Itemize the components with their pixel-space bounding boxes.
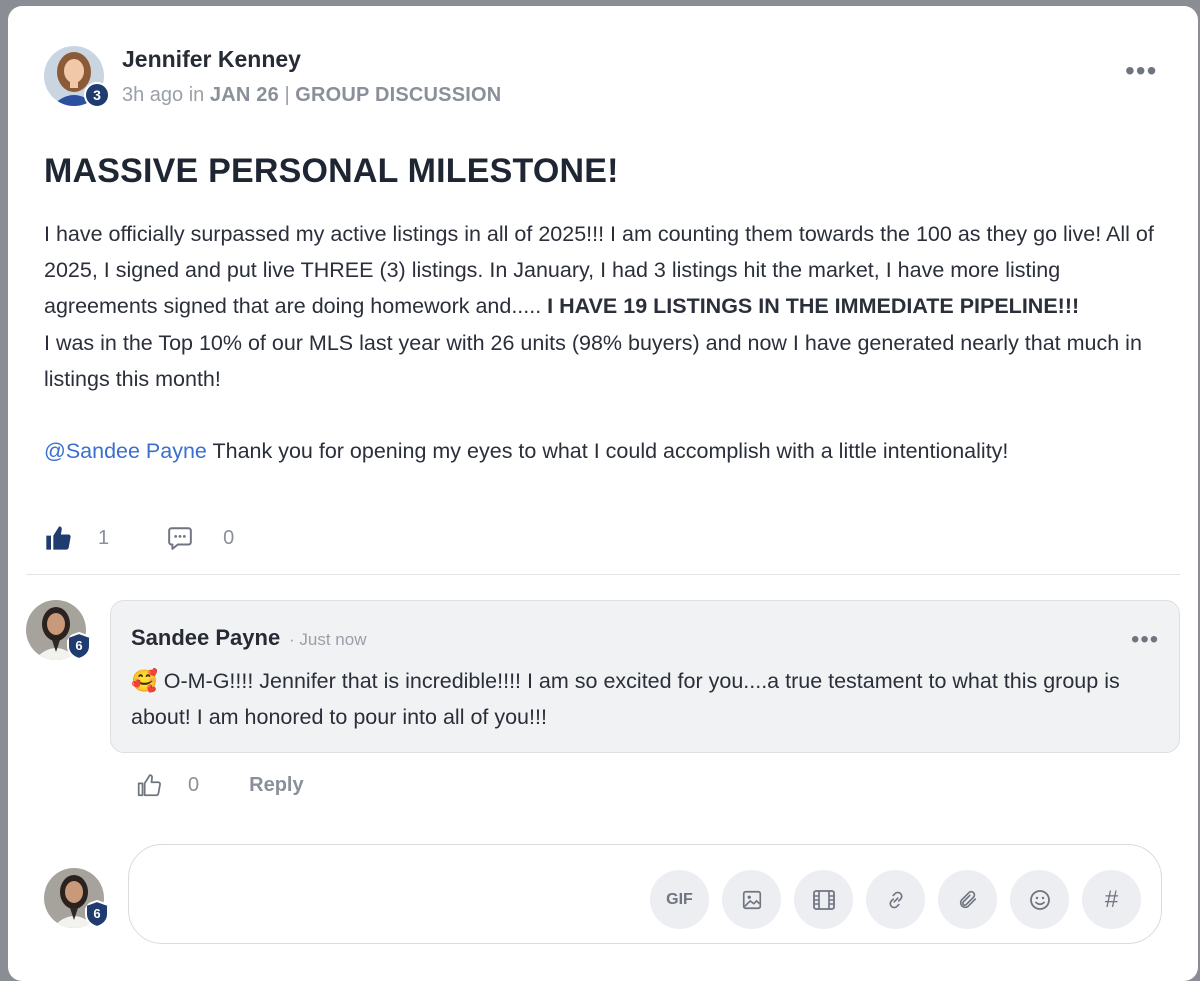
post-body: I have officially surpassed my active li… [44, 216, 1164, 469]
post-more-menu-icon[interactable]: ••• [1125, 57, 1157, 85]
level-badge: 3 [84, 82, 110, 108]
comment-like-button[interactable]: 0 [136, 772, 199, 798]
commenter-name[interactable]: Sandee Payne [131, 625, 280, 651]
link-button[interactable] [866, 870, 925, 929]
level-number: 6 [93, 905, 101, 921]
attachment-button[interactable] [938, 870, 997, 929]
level-number: 6 [75, 637, 83, 653]
level-shield-badge: 6 [84, 900, 110, 928]
mention-link[interactable]: @Sandee Payne [44, 439, 207, 463]
author-avatar[interactable]: 3 [44, 46, 110, 108]
thumbs-up-filled-icon [46, 526, 71, 550]
emoji-button[interactable] [1010, 870, 1069, 929]
comment-more-menu-icon[interactable]: ••• [1131, 628, 1159, 652]
post-text-3: Thank you for opening my eyes to what I … [206, 439, 1009, 464]
level-number: 3 [93, 87, 101, 103]
comment-count: 0 [223, 526, 235, 549]
post-card: 3 Jennifer Kenney 3h ago in JAN 26 | GRO… [8, 6, 1198, 981]
post-meta: 3h ago in JAN 26 | GROUP DISCUSSION [122, 84, 501, 107]
link-icon [888, 891, 903, 908]
comment-actions: 0 Reply [136, 772, 304, 798]
group-link[interactable]: JAN 26 [210, 84, 279, 106]
post-title: MASSIVE PERSONAL MILESTONE! [44, 152, 619, 190]
video-button[interactable] [794, 870, 853, 929]
level-shield-badge: 6 [66, 632, 92, 660]
post-paragraph-1: I have officially surpassed my active li… [44, 216, 1164, 325]
post-bold-text: I HAVE 19 LISTINGS IN THE IMMEDIATE PIPE… [547, 294, 1080, 319]
gif-label: GIF [666, 890, 693, 908]
comment-body: O-M-G!!!! Jennifer that is incredible!!!… [131, 669, 1120, 729]
gif-button[interactable]: GIF [650, 870, 709, 929]
comment-bubble-icon [168, 527, 192, 550]
reply-button[interactable]: Reply [249, 774, 303, 797]
like-button[interactable]: 1 [44, 524, 109, 552]
image-icon [742, 890, 761, 909]
commenter-avatar[interactable]: 6 [26, 600, 91, 660]
current-user-avatar: 6 [44, 868, 109, 928]
divider [26, 574, 1180, 575]
in-word: in [188, 84, 205, 106]
thumbs-up-outline-icon [137, 774, 161, 797]
meta-separator: | [284, 84, 290, 106]
comment-time: · Just now [289, 630, 367, 649]
post-paragraph-2: I was in the Top 10% of our MLS last yea… [44, 330, 1142, 391]
hashtag-icon: # [1104, 885, 1119, 913]
smiling-hearts-emoji-icon: 🥰 [131, 669, 158, 693]
image-button[interactable] [722, 870, 781, 929]
post-time: 3h ago [122, 84, 184, 106]
comment-button[interactable]: 0 [167, 525, 234, 551]
comment-bubble: Sandee Payne · Just now ••• 🥰 O-M-G!!!! … [110, 600, 1180, 753]
paperclip-icon [959, 890, 976, 908]
author-name[interactable]: Jennifer Kenney [122, 46, 301, 73]
category-link[interactable]: GROUP DISCUSSION [295, 84, 501, 106]
like-count: 1 [98, 526, 110, 549]
post-paragraph-3: @Sandee Payne Thank you for opening my e… [44, 433, 1164, 469]
hashtag-button[interactable]: # [1082, 870, 1141, 929]
comment-like-count: 0 [188, 773, 200, 796]
comment-input[interactable]: GIF # [128, 844, 1162, 944]
smiley-icon [1029, 889, 1050, 910]
comment-text: 🥰 O-M-G!!!! Jennifer that is incredible!… [131, 663, 1151, 735]
film-icon [812, 889, 835, 910]
post-reactions: 1 0 [44, 524, 234, 552]
composer-toolbar: GIF # [650, 870, 1141, 929]
